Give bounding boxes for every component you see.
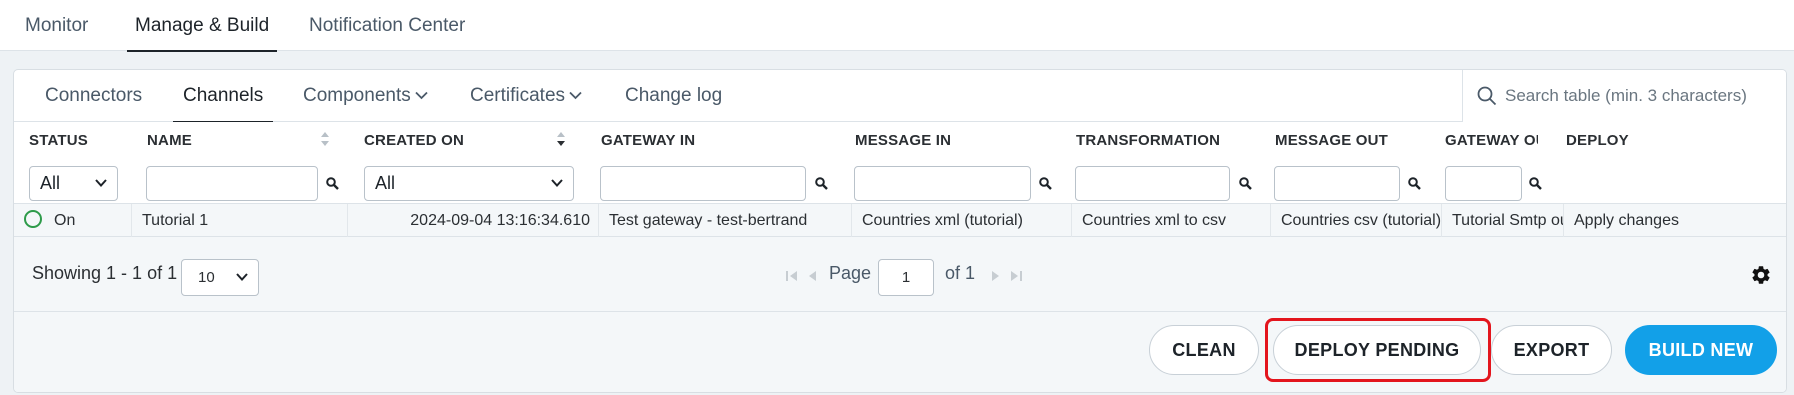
table-header: STATUS NAME CREATED ON GATEWAY IN MESSAG… xyxy=(14,122,1786,204)
sub-nav: Connectors Channels Components Certifica… xyxy=(14,70,1786,123)
tab-connectors[interactable]: Connectors xyxy=(45,70,142,122)
search-icon xyxy=(1477,86,1497,106)
tab-certificates-label: Certificates xyxy=(470,85,566,106)
export-button[interactable]: EXPORT xyxy=(1491,325,1612,375)
deploy-pending-button[interactable]: DEPLOY PENDING xyxy=(1273,325,1481,375)
table-search xyxy=(1462,70,1786,122)
created-on-filter-select[interactable]: All xyxy=(364,166,574,201)
build-new-button[interactable]: BUILD NEW xyxy=(1625,325,1777,375)
table-row[interactable]: On Tutorial 1 2024-09-04 13:16:34.610 Te… xyxy=(14,204,1786,237)
page-size-value: 10 xyxy=(198,269,215,286)
pagination-bar: Showing 1 - 1 of 1 10 Page 1 of 1 xyxy=(14,237,1786,312)
cell-transformation[interactable]: Countries xml to csv xyxy=(1072,204,1271,237)
column-status[interactable]: STATUS xyxy=(29,132,88,149)
cell-status[interactable]: On xyxy=(14,204,132,237)
tab-monitor[interactable]: Monitor xyxy=(25,0,88,51)
top-nav: Monitor Manage & Build Notification Cent… xyxy=(0,0,1794,52)
status-on-icon xyxy=(24,210,42,229)
chevron-down-icon xyxy=(569,92,582,100)
tab-manage-build[interactable]: Manage & Build xyxy=(126,0,278,52)
cell-message-in[interactable]: Countries xml (tutorial) xyxy=(852,204,1072,237)
tab-components[interactable]: Components xyxy=(303,70,428,122)
search-icon[interactable] xyxy=(326,177,339,190)
showing-count: Showing 1 - 1 of 1 xyxy=(32,263,178,283)
column-name[interactable]: NAME xyxy=(147,132,192,149)
column-message-out[interactable]: MESSAGE OUT xyxy=(1275,132,1388,149)
gateway-in-filter-input[interactable] xyxy=(600,166,806,201)
column-transformation[interactable]: TRANSFORMATION xyxy=(1076,132,1220,149)
chevron-down-icon xyxy=(415,92,428,100)
previous-page-icon[interactable] xyxy=(807,269,817,283)
sort-desc-icon[interactable] xyxy=(555,130,567,148)
last-page-icon[interactable] xyxy=(1009,269,1023,283)
cell-message-out[interactable]: Countries csv (tutorial) xyxy=(1271,204,1442,237)
page-total: of 1 xyxy=(945,263,976,283)
channels-card: Connectors Channels Components Certifica… xyxy=(13,69,1787,393)
tab-notification-center[interactable]: Notification Center xyxy=(309,0,465,51)
cell-gateway-in[interactable]: Test gateway - test-bertrand xyxy=(599,204,852,237)
message-out-filter-input[interactable] xyxy=(1274,166,1400,201)
status-filter-value: All xyxy=(40,173,61,193)
created-on-filter-value: All xyxy=(375,173,396,193)
chevron-down-icon xyxy=(236,273,248,281)
search-icon[interactable] xyxy=(1039,177,1052,190)
column-message-in[interactable]: MESSAGE IN xyxy=(855,132,951,149)
chevron-down-icon xyxy=(551,179,563,187)
tab-components-label: Components xyxy=(303,85,411,106)
action-footer: CLEAN DEPLOY PENDING EXPORT BUILD NEW xyxy=(14,312,1786,392)
search-icon[interactable] xyxy=(1408,177,1421,190)
next-page-icon[interactable] xyxy=(991,269,1001,283)
gateway-out-filter-input[interactable] xyxy=(1445,166,1522,201)
page-label: Page xyxy=(829,263,872,283)
cell-created-on: 2024-09-04 13:16:34.610 xyxy=(348,204,599,237)
page-size-select[interactable]: 10 xyxy=(181,259,259,296)
gear-icon[interactable] xyxy=(1750,264,1772,286)
first-page-icon[interactable] xyxy=(785,269,799,283)
clean-button[interactable]: CLEAN xyxy=(1149,325,1259,375)
transformation-filter-input[interactable] xyxy=(1075,166,1230,201)
cell-name[interactable]: Tutorial 1 xyxy=(132,204,348,237)
status-text: On xyxy=(54,212,76,229)
cell-gateway-out[interactable]: Tutorial Smtp out xyxy=(1442,204,1564,237)
tab-change-log[interactable]: Change log xyxy=(625,70,722,122)
search-icon[interactable] xyxy=(1239,177,1252,190)
chevron-down-icon xyxy=(95,179,107,187)
search-input[interactable] xyxy=(1505,80,1775,112)
column-gateway-out[interactable]: GATEWAY OUT xyxy=(1445,132,1538,149)
message-in-filter-input[interactable] xyxy=(854,166,1031,201)
column-created-on[interactable]: CREATED ON xyxy=(364,132,464,149)
name-filter-input[interactable] xyxy=(146,166,318,201)
search-icon[interactable] xyxy=(1529,177,1542,190)
tab-channels[interactable]: Channels xyxy=(172,70,274,123)
column-gateway-in[interactable]: GATEWAY IN xyxy=(601,132,695,149)
column-deploy[interactable]: DEPLOY xyxy=(1566,132,1629,149)
tab-certificates[interactable]: Certificates xyxy=(470,70,582,122)
page-number-input[interactable]: 1 xyxy=(878,259,934,296)
sort-icon[interactable] xyxy=(319,130,331,148)
search-icon[interactable] xyxy=(815,177,828,190)
status-filter-select[interactable]: All xyxy=(29,166,118,201)
cell-deploy[interactable]: Apply changes xyxy=(1564,204,1784,237)
